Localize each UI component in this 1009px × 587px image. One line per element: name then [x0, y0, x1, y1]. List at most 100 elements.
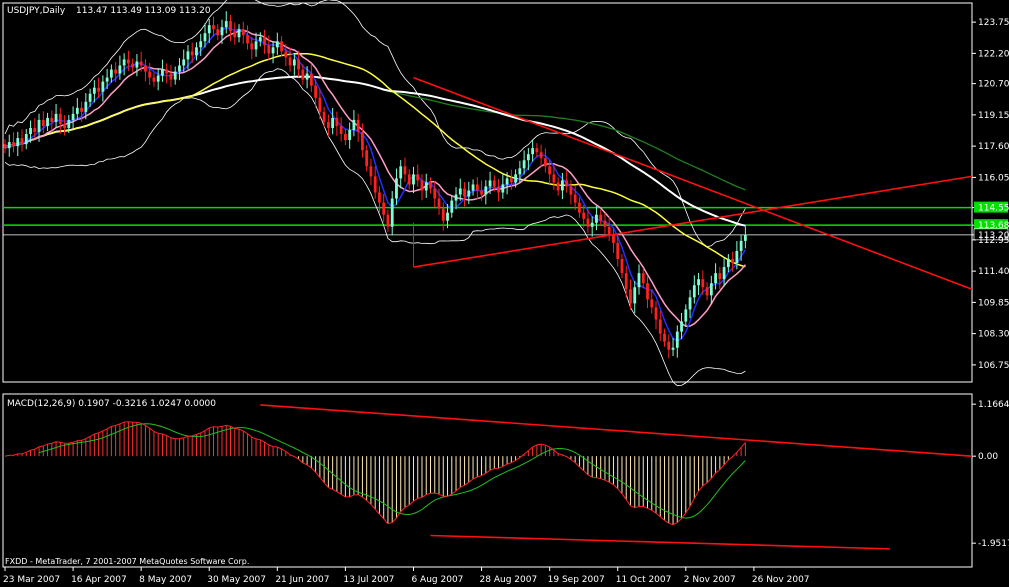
- candle-body: [437, 198, 441, 209]
- price-tick-label: 117.60: [978, 142, 1009, 152]
- candle-body: [607, 226, 611, 235]
- candle-body: [471, 184, 475, 191]
- date-tick-label: 2 Nov 2007: [684, 575, 736, 585]
- candle-body: [501, 184, 505, 193]
- candle-body: [63, 123, 66, 128]
- price-tick-label: 119.15: [978, 111, 1009, 121]
- candle-body: [114, 69, 118, 74]
- candle-body: [156, 75, 160, 82]
- candle-body: [399, 166, 403, 179]
- date-tick-label: 6 Aug 2007: [411, 575, 463, 585]
- candle-body: [275, 41, 279, 48]
- candle-body: [467, 190, 471, 197]
- candle-body: [224, 21, 228, 28]
- candle-body: [297, 59, 300, 70]
- candle-body: [369, 166, 373, 177]
- candle-body: [212, 25, 215, 30]
- candle-body: [7, 142, 11, 149]
- candle-body: [92, 87, 96, 94]
- candle-body: [633, 287, 637, 304]
- candle-body: [667, 341, 671, 350]
- price-tick-label: 108.30: [978, 330, 1009, 340]
- date-tick-label: 28 Aug 2007: [480, 575, 538, 585]
- candle-body: [475, 184, 479, 191]
- candle-body: [573, 194, 577, 203]
- candle-body: [412, 174, 415, 185]
- price-tick-label: 122.20: [978, 49, 1009, 59]
- candle-body: [305, 73, 309, 80]
- candle-body: [271, 47, 275, 54]
- candle-body: [101, 81, 105, 92]
- price-level-tag-label: 114.55: [978, 204, 1009, 214]
- candle-body: [671, 347, 675, 350]
- candle-body: [407, 174, 411, 185]
- candle-body: [688, 297, 692, 310]
- candle-body: [165, 69, 169, 74]
- macd-indicator-label: MACD(12,26,9) 0.1907 -0.3216 1.0247 0.00…: [7, 399, 216, 409]
- price-tick-label: 112.95: [978, 236, 1009, 246]
- candle-body: [726, 259, 730, 268]
- candle-body: [284, 51, 288, 58]
- macd-trend-line: [260, 404, 973, 457]
- candle-body: [207, 25, 211, 34]
- candle-body: [37, 119, 41, 133]
- candle-body: [565, 180, 569, 187]
- candle-body: [692, 285, 696, 298]
- candle-body: [697, 279, 700, 286]
- candle-body: [663, 333, 666, 342]
- candle-body: [586, 218, 590, 227]
- price-tick-label: 116.05: [978, 173, 1009, 183]
- candle-body: [169, 73, 173, 80]
- date-tick-label: 8 May 2007: [139, 575, 192, 585]
- candle-body: [480, 190, 483, 195]
- candle-body: [318, 97, 322, 112]
- date-tick-label: 30 May 2007: [207, 575, 266, 585]
- candle-body: [735, 250, 739, 264]
- candle-body: [67, 119, 71, 128]
- date-tick-label: 21 Jun 2007: [275, 575, 329, 585]
- candle-body: [458, 188, 462, 195]
- candle-body: [24, 134, 28, 145]
- price-axis: 123.75 122.20 120.70 119.15 117.60 116.05 114.…: [972, 18, 1009, 371]
- candle-body: [386, 214, 390, 227]
- price-plot-area[interactable]: [3, 0, 973, 387]
- candle-body: [71, 113, 75, 120]
- candle-body: [522, 160, 526, 169]
- candle-body: [144, 65, 147, 72]
- price-tick-label: 123.75: [978, 18, 1009, 28]
- candle-body: [488, 180, 492, 187]
- candle-body: [739, 240, 743, 251]
- date-tick-label: 19 Sep 2007: [548, 575, 605, 585]
- candle-body: [322, 111, 326, 122]
- candle-body: [492, 180, 496, 187]
- candle-body: [637, 273, 641, 288]
- candle-body: [178, 65, 181, 72]
- candle-body: [582, 212, 586, 219]
- candle-body: [263, 37, 266, 46]
- candle-body: [484, 186, 488, 195]
- candle-body: [395, 178, 398, 199]
- candle-body: [497, 186, 500, 193]
- candle-body: [335, 117, 339, 126]
- candle-body: [352, 119, 356, 130]
- candle-body: [705, 287, 709, 296]
- candle-body: [731, 259, 735, 264]
- candle-body: [616, 242, 620, 260]
- candle-body: [548, 166, 552, 175]
- candle-body: [220, 27, 224, 36]
- candle-body: [361, 132, 364, 151]
- candle-body: [535, 148, 539, 153]
- candle-body: [561, 180, 564, 191]
- candle-body: [654, 307, 658, 320]
- macd-plot-area[interactable]: [4, 404, 973, 550]
- candle-body: [16, 138, 20, 147]
- candle-body: [382, 202, 386, 215]
- candle-body: [509, 178, 513, 183]
- candle-body: [714, 273, 717, 284]
- trading-chart[interactable]: 123.75 122.20 120.70 119.15 117.60 116.05 114.…: [0, 0, 1009, 587]
- candle-body: [743, 234, 747, 241]
- price-tick-label: 106.75: [978, 361, 1009, 371]
- candle-body: [126, 59, 130, 64]
- candle-body: [258, 37, 262, 42]
- macd-panel-frame: [2, 393, 973, 568]
